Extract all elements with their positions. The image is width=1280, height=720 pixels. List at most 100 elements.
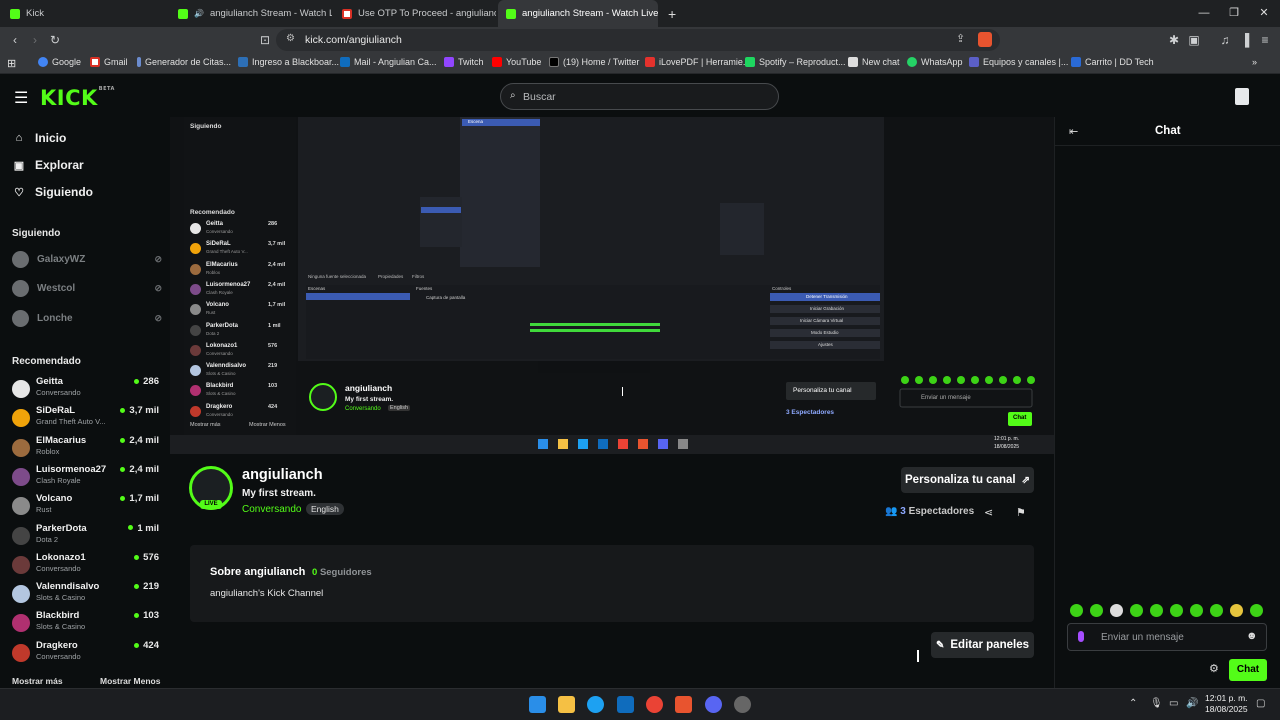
stream-category[interactable]: Conversando bbox=[242, 504, 301, 515]
chat-settings-icon[interactable]: ⚙ bbox=[1209, 662, 1219, 675]
brave-shield-icon[interactable] bbox=[978, 32, 992, 47]
bookmark-icon[interactable]: ⊡ bbox=[256, 31, 274, 49]
recommended-heading: Recomendado bbox=[12, 356, 81, 367]
nav-inicio[interactable]: ⌂ Inicio bbox=[12, 131, 67, 145]
emote-icon[interactable] bbox=[1110, 604, 1123, 617]
emote-icon[interactable] bbox=[1130, 604, 1143, 617]
bookmark-item[interactable]: Google bbox=[38, 57, 81, 67]
notifications-icon[interactable]: ▢ bbox=[1256, 698, 1265, 709]
search-input[interactable]: ⌕ Buscar bbox=[500, 83, 779, 110]
share-icon[interactable]: ⋖ bbox=[984, 506, 993, 519]
emote-icon[interactable] bbox=[1150, 604, 1163, 617]
network-icon[interactable]: ▭ bbox=[1169, 698, 1178, 709]
maximize-icon[interactable]: ❐ bbox=[1218, 0, 1250, 27]
user-avatar[interactable] bbox=[1235, 88, 1249, 105]
recommended-channel[interactable]: Dragkero Conversando 424 bbox=[12, 640, 159, 668]
kick-logo[interactable]: KICKBETA bbox=[40, 86, 115, 110]
outlook-icon[interactable] bbox=[617, 696, 634, 713]
apps-grid-icon[interactable]: ⊞ bbox=[7, 57, 16, 70]
bookmark-item[interactable]: Gmail bbox=[90, 57, 128, 67]
mod-icon[interactable]: ⚑ bbox=[1016, 506, 1026, 519]
bookmark-item[interactable]: Twitch bbox=[444, 57, 484, 67]
recommended-channel[interactable]: ElMacarius Roblox 2,4 mil bbox=[12, 435, 159, 463]
address-bar[interactable]: ⚙ kick.com/angiulianch ⇪ bbox=[276, 29, 1000, 51]
show-less-link[interactable]: Mostrar Menos bbox=[100, 676, 160, 686]
mini-show-more: Mostrar más bbox=[190, 422, 221, 428]
following-item[interactable]: Lonche ⊘ bbox=[12, 310, 162, 327]
chat-input[interactable]: Enviar un mensaje ☻ bbox=[1067, 623, 1267, 651]
edge-icon[interactable] bbox=[587, 696, 604, 713]
chat-header: ⇤ Chat bbox=[1055, 117, 1280, 146]
collapse-chat-icon[interactable]: ⇤ bbox=[1069, 125, 1078, 138]
emote-icon[interactable] bbox=[1210, 604, 1223, 617]
bookmark-item[interactable]: YouTube bbox=[492, 57, 541, 67]
back-icon[interactable]: ‹ bbox=[6, 31, 24, 49]
bookmark-item[interactable]: (19) Home / Twitter bbox=[549, 57, 639, 67]
forward-icon[interactable]: › bbox=[26, 31, 44, 49]
recommended-channel[interactable]: Blackbird Slots & Casino 103 bbox=[12, 610, 159, 638]
emote-icon[interactable] bbox=[1230, 604, 1243, 617]
discord-icon[interactable] bbox=[705, 696, 722, 713]
browser-tab[interactable]: Use OTP To Proceed - angiuliancap@ bbox=[334, 0, 496, 27]
recommended-channel[interactable]: Geitta Conversando 286 bbox=[12, 376, 159, 404]
send-chat-button[interactable]: Chat bbox=[1229, 659, 1267, 681]
reload-icon[interactable]: ↻ bbox=[46, 31, 64, 49]
recommended-channel[interactable]: SiDeRaL Grand Theft Auto V... 3,7 mil bbox=[12, 405, 159, 433]
browser-tab-active[interactable]: angiulianch Stream - Watch Live ✕ bbox=[498, 0, 658, 27]
emote-icon[interactable] bbox=[1070, 604, 1083, 617]
extensions-icon[interactable]: ✱ bbox=[1165, 31, 1183, 49]
bookmark-item[interactable]: Mail - Angiulian Ca... bbox=[340, 57, 437, 67]
new-tab-button[interactable]: + bbox=[660, 0, 680, 27]
sidebar-panel-icon[interactable]: ▣ bbox=[1185, 31, 1203, 49]
more-bookmarks-icon[interactable]: » bbox=[1252, 57, 1257, 67]
microphone-tray-icon[interactable]: 🎙 bbox=[1150, 698, 1163, 709]
hamburger-menu-icon[interactable]: ☰ bbox=[14, 88, 28, 108]
system-clock[interactable]: 12:01 p. m. 18/08/2025 bbox=[1205, 693, 1248, 715]
emote-icon[interactable] bbox=[1250, 604, 1263, 617]
bookmark-item[interactable]: WhatsApp bbox=[907, 57, 963, 67]
bookmark-item[interactable]: Carrito | DD Tech bbox=[1071, 57, 1154, 67]
nav-siguiendo[interactable]: ♡ Siguiendo bbox=[12, 185, 93, 199]
bookmark-item[interactable]: Generador de Citas... bbox=[137, 57, 231, 67]
close-window-icon[interactable]: ✕ bbox=[1248, 0, 1280, 27]
following-item[interactable]: GalaxyWZ ⊘ bbox=[12, 251, 162, 268]
volume-icon[interactable]: 🔊 bbox=[1186, 698, 1198, 709]
emoji-icon[interactable]: ☻ bbox=[1246, 630, 1258, 642]
menu-icon[interactable]: ≡ bbox=[1256, 31, 1274, 49]
browser-tab[interactable]: Kick bbox=[2, 0, 168, 27]
chrome-icon[interactable] bbox=[646, 696, 663, 713]
file-explorer-icon[interactable] bbox=[558, 696, 575, 713]
emote-icon[interactable] bbox=[1170, 604, 1183, 617]
recommended-channel[interactable]: Volcano Rust 1,7 mil bbox=[12, 493, 159, 521]
microphone-icon[interactable] bbox=[1078, 631, 1084, 642]
media-icon[interactable]: ♫ bbox=[1216, 31, 1234, 49]
obs-icon[interactable] bbox=[734, 696, 751, 713]
nav-explorar[interactable]: ▣ Explorar bbox=[12, 158, 84, 172]
edit-panels-button[interactable]: ✎ Editar paneles bbox=[931, 632, 1034, 658]
brave-icon[interactable] bbox=[675, 696, 692, 713]
recommended-channel[interactable]: Lokonazo1 Conversando 576 bbox=[12, 552, 159, 580]
bookmark-item[interactable]: New chat bbox=[848, 57, 900, 67]
show-more-link[interactable]: Mostrar más bbox=[12, 676, 63, 686]
windows-start-icon[interactable] bbox=[529, 696, 546, 713]
share-icon[interactable]: ⇪ bbox=[956, 32, 965, 45]
sidebar-toggle-icon[interactable]: ▐ bbox=[1236, 31, 1254, 49]
streamer-name[interactable]: angiulianch bbox=[242, 467, 323, 483]
site-info-icon[interactable]: ⚙ bbox=[286, 33, 295, 44]
browser-tab[interactable]: 🔊 angiulianch Stream - Watch Live bbox=[170, 0, 332, 27]
recommended-channel[interactable]: Luisormenoa27 Clash Royale 2,4 mil bbox=[12, 464, 159, 492]
recommended-channel[interactable]: ParkerDota Dota 2 1 mil bbox=[12, 523, 159, 551]
following-item[interactable]: Westcol ⊘ bbox=[12, 280, 162, 297]
language-tag[interactable]: English bbox=[306, 503, 344, 515]
bookmark-item[interactable]: Equipos y canales |... bbox=[969, 57, 1068, 67]
bookmark-item[interactable]: iLovePDF | Herramie... bbox=[645, 57, 750, 67]
tray-chevron-icon[interactable]: ⌃ bbox=[1129, 698, 1137, 709]
bookmark-item[interactable]: Ingreso a Blackboar... bbox=[238, 57, 339, 67]
customize-channel-button[interactable]: Personaliza tu canal ⇗ bbox=[901, 467, 1034, 493]
emote-icon[interactable] bbox=[1090, 604, 1103, 617]
bookmark-item[interactable]: Spotify – Reproduct... bbox=[745, 57, 846, 67]
minimize-icon[interactable]: — bbox=[1188, 0, 1220, 27]
video-player[interactable]: Siguiendo Recomendado Geitta Conversando 2… bbox=[170, 117, 1054, 454]
emote-icon[interactable] bbox=[1190, 604, 1203, 617]
recommended-channel[interactable]: Valenndisalvo Slots & Casino 219 bbox=[12, 581, 159, 609]
